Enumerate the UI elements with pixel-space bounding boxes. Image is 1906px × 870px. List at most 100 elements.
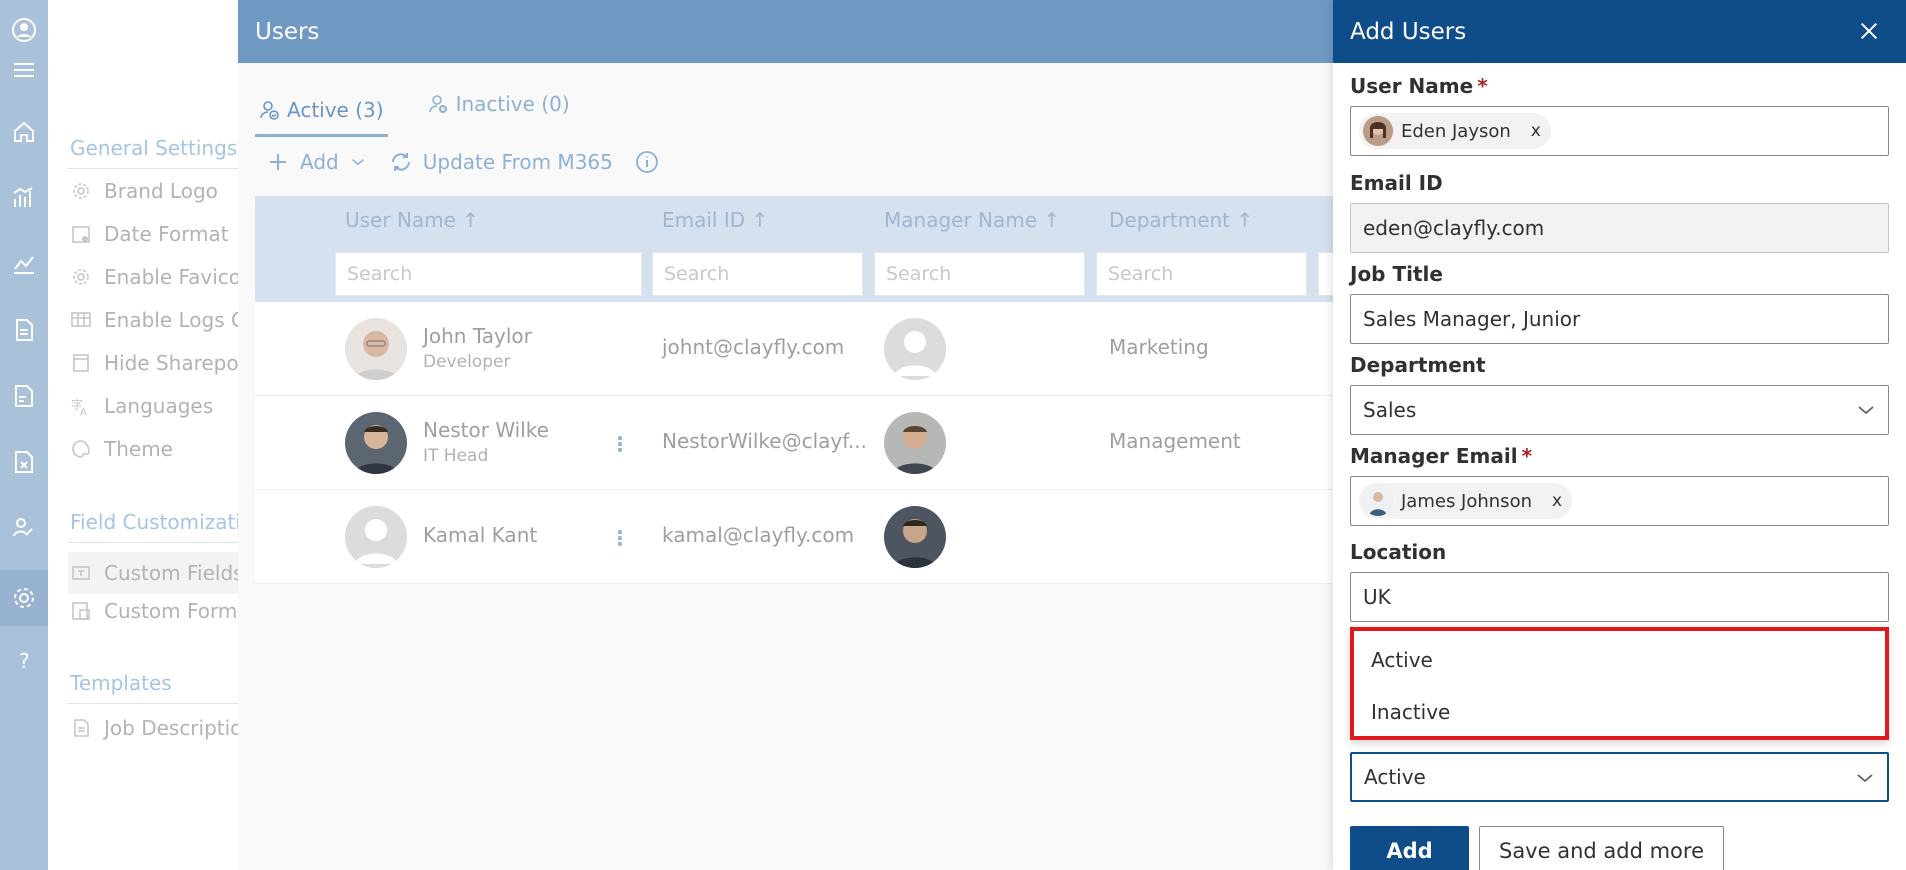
avatar [345, 318, 407, 380]
page-icon [73, 354, 89, 372]
app-rail: ? [0, 0, 48, 870]
nav-divider [68, 168, 238, 169]
users-page: Users Active (3) Inactive (0) Add Update… [238, 0, 1333, 870]
nav-section-general: General Settings [70, 136, 238, 160]
add-user-button[interactable]: Add [266, 150, 367, 174]
grid-icon [71, 312, 91, 327]
nav-item-date-format[interactable]: Date Format [70, 220, 229, 248]
table-row[interactable]: Kamal Kant ⋮ kamal@clayfly.com [255, 490, 1333, 584]
user-name-label: User Name * [1350, 74, 1488, 98]
gear-icon [73, 183, 89, 199]
nav-section-field-customization: Field Customizatio [70, 510, 254, 534]
more-actions-icon[interactable]: ⋮ [610, 526, 630, 550]
save-and-add-more-button[interactable]: Save and add more [1479, 826, 1724, 870]
status-option-inactive[interactable]: Inactive [1354, 686, 1885, 738]
document-icon[interactable] [0, 310, 48, 350]
users-table: User Name ↑ Email ID ↑ Manager Name ↑ De… [255, 196, 1333, 584]
command-bar: Add Update From M365 [266, 150, 659, 174]
table-row[interactable]: John Taylor Developer johnt@clayfly.com … [255, 302, 1333, 396]
search-department-input[interactable]: Search [1096, 252, 1307, 296]
document-icon [74, 719, 89, 737]
location-field[interactable]: UK [1350, 572, 1889, 622]
manager-avatar [884, 412, 946, 474]
nav-divider [68, 703, 238, 704]
nav-item-languages[interactable]: 字A Languages [70, 392, 213, 420]
nav-item-enable-favicon[interactable]: Enable Favicon [70, 263, 254, 291]
hamburger-menu-icon[interactable] [0, 50, 48, 90]
manager-pill: James Johnson x [1359, 483, 1573, 519]
column-department[interactable]: Department ↑ [1109, 208, 1253, 232]
manager-avatar-placeholder [884, 318, 946, 380]
panel-title: Add Users [1350, 18, 1467, 45]
person-check-icon [260, 100, 279, 120]
email-id-label: Email ID [1350, 171, 1443, 195]
user-email: johnt@clayfly.com [662, 335, 845, 359]
close-icon[interactable] [1854, 16, 1884, 46]
person-settings-icon[interactable] [0, 508, 48, 548]
search-email-input[interactable]: Search [652, 252, 863, 296]
tab-inactive[interactable]: Inactive (0) [428, 85, 570, 123]
department-dropdown[interactable]: Sales [1350, 385, 1889, 435]
settings-gear-icon[interactable] [0, 570, 48, 626]
column-email-id[interactable]: Email ID ↑ [662, 208, 768, 232]
user-name-picker[interactable]: Eden Jayson x [1350, 106, 1889, 156]
avatar [1363, 486, 1393, 516]
status-dropdown[interactable]: Active [1350, 752, 1889, 802]
remove-manager-button[interactable]: x [1552, 491, 1562, 511]
tab-active[interactable]: Active (3) [255, 85, 388, 137]
manager-email-picker[interactable]: James Johnson x [1350, 476, 1889, 526]
translate-icon: 字A [71, 397, 87, 417]
line-chart-icon[interactable] [0, 244, 48, 284]
job-title-field[interactable]: Sales Manager, Junior [1350, 294, 1889, 344]
user-name-pill: Eden Jayson x [1359, 113, 1551, 149]
nav-item-hide-sharepoint[interactable]: Hide Sharepoi [70, 349, 244, 377]
email-field[interactable]: eden@clayfly.com [1350, 203, 1889, 253]
column-user-name[interactable]: User Name ↑ [345, 208, 479, 232]
more-actions-icon[interactable]: ⋮ [610, 432, 630, 456]
table-header: User Name ↑ Email ID ↑ Manager Name ↑ De… [255, 196, 1333, 302]
nav-item-job-description[interactable]: Job Descriptio [70, 714, 242, 742]
manager-avatar [884, 506, 946, 568]
chevron-down-icon [351, 159, 364, 166]
table-row[interactable]: Nestor Wilke IT Head ⋮ NestorWilke@clayf… [255, 396, 1333, 490]
search-manager-input[interactable]: Search [874, 252, 1085, 296]
update-from-m365-button[interactable]: Update From M365 [389, 150, 613, 174]
location-label: Location [1350, 540, 1447, 564]
help-icon[interactable]: ? [0, 640, 48, 680]
nav-item-custom-fields[interactable]: Custom Fields [68, 552, 244, 594]
info-icon[interactable] [635, 150, 659, 174]
nav-item-custom-forms[interactable]: Custom Forms [70, 597, 248, 625]
bar-chart-icon[interactable] [0, 178, 48, 218]
search-next-input[interactable] [1318, 252, 1333, 296]
form-icon [72, 602, 90, 620]
user-department: Management [1109, 429, 1241, 453]
user-status-tabs: Active (3) Inactive (0) [255, 85, 570, 137]
manager-email-label: Manager Email * [1350, 444, 1533, 468]
document-edit-icon[interactable] [0, 376, 48, 416]
nav-item-brand-logo[interactable]: Brand Logo [70, 177, 218, 205]
chevron-down-icon [1858, 406, 1874, 415]
add-button[interactable]: Add [1350, 826, 1469, 870]
add-users-panel: Add Users User Name * Eden Jayson x Email… [1333, 0, 1906, 870]
palette-icon [72, 440, 90, 458]
remove-user-button[interactable]: x [1531, 121, 1541, 141]
settings-nav: General Settings Brand Logo Date Format … [48, 0, 257, 870]
user-title: IT Head [423, 446, 489, 466]
calendar-icon [72, 226, 90, 243]
home-icon[interactable] [0, 112, 48, 152]
profile-icon[interactable] [0, 10, 48, 50]
search-user-name-input[interactable]: Search [335, 252, 642, 296]
document-remove-icon[interactable] [0, 442, 48, 482]
svg-text:A: A [80, 407, 87, 417]
avatar [345, 412, 407, 474]
nav-item-theme[interactable]: Theme [70, 435, 173, 463]
status-options-list: Active Inactive [1350, 627, 1889, 740]
panel-header: Add Users [1333, 0, 1906, 63]
refresh-icon [391, 153, 410, 171]
avatar-placeholder [345, 506, 407, 568]
textbox-icon [72, 566, 90, 580]
status-option-active[interactable]: Active [1354, 634, 1885, 686]
nav-item-enable-logs[interactable]: Enable Logs Co [70, 306, 257, 334]
avatar [1363, 116, 1393, 146]
column-manager-name[interactable]: Manager Name ↑ [884, 208, 1060, 232]
